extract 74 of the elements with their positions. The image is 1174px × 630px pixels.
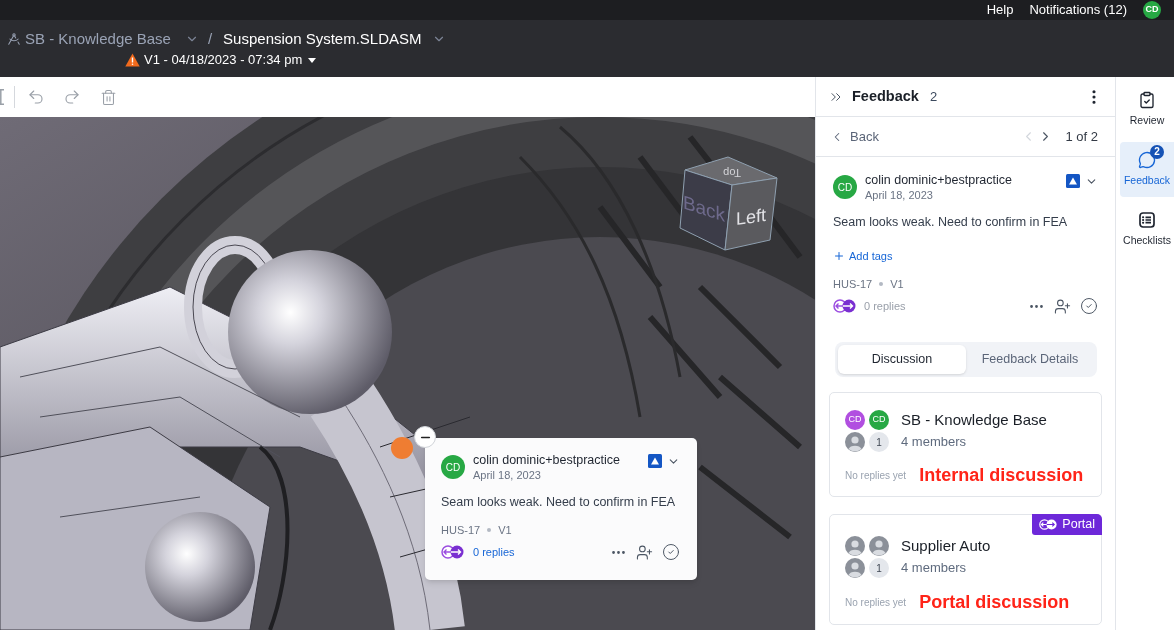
notification-badge: 2 xyxy=(1150,144,1164,159)
tab[interactable]: Feedback Details xyxy=(966,345,1094,374)
view-cube[interactable]: Top Back Left xyxy=(675,152,783,254)
feedback-id: HUS-17 xyxy=(833,276,873,292)
user-avatar: CD xyxy=(869,410,889,430)
user-silhouette-icon xyxy=(845,432,865,452)
feedback-id: HUS-17 xyxy=(441,522,481,538)
add-person-icon[interactable] xyxy=(1054,297,1071,315)
dot-separator-icon xyxy=(879,282,884,286)
author-name: colin dominic+bestpractice xyxy=(473,452,621,468)
version-label: V1 xyxy=(498,522,512,538)
file-name[interactable]: Suspension System.SLDASM xyxy=(223,29,422,49)
rail-tab[interactable]: 2 Feedback xyxy=(1120,142,1174,197)
portal-badge: Portal xyxy=(1032,514,1102,535)
pager-text: 1 of 2 xyxy=(1065,127,1098,146)
panel-title: Feedback xyxy=(852,86,919,106)
member-count-text: 4 members xyxy=(901,433,968,451)
top-bar-link[interactable]: Notifications (12) xyxy=(1029,2,1127,18)
checklist-icon xyxy=(1138,210,1156,229)
annotation-text: Portal discussion xyxy=(919,592,1070,612)
warning-icon xyxy=(125,53,140,67)
comment-date: April 18, 2023 xyxy=(865,188,934,202)
delete-icon[interactable] xyxy=(100,88,117,106)
discussion-card[interactable]: Portal 1 Supplier Auto 4 members No replies yet Portal discussion xyxy=(829,514,1102,625)
user-avatar: CD xyxy=(441,455,465,479)
member-count-text: 4 members xyxy=(901,559,968,577)
discussion-name: Supplier Auto xyxy=(901,536,991,556)
comment-text: Seam looks weak. Need to confirm in FEA xyxy=(833,214,1069,231)
plus-icon xyxy=(833,250,845,262)
top-bar-link[interactable]: Help xyxy=(986,2,1014,18)
member-count: 1 xyxy=(869,558,889,578)
status-text: No replies yet xyxy=(845,595,907,610)
chat-bubble-icon xyxy=(1138,150,1156,169)
portal-link-icon xyxy=(441,545,464,559)
rail-tab[interactable]: Checklists xyxy=(1120,202,1174,257)
back-button[interactable]: Back xyxy=(830,126,879,147)
cube-face-label: Left xyxy=(736,204,766,230)
member-count: 1 xyxy=(869,432,889,452)
comment-date: April 18, 2023 xyxy=(473,468,542,482)
discussion-name: SB - Knowledge Base xyxy=(901,410,1047,430)
user-silhouette-icon xyxy=(845,536,865,556)
portal-link-icon xyxy=(833,299,856,313)
project-name[interactable]: SB - Knowledge Base xyxy=(25,29,171,49)
resolve-check-icon[interactable] xyxy=(662,543,680,561)
priority-triangle-icon[interactable] xyxy=(1066,174,1080,188)
status-text: No replies yet xyxy=(845,468,907,483)
discussion-card[interactable]: CD CD 1 SB - Knowledge Base 4 members No replies yet Internal discussion xyxy=(829,392,1102,497)
version-dropdown[interactable]: V1 - 04/18/2023 - 07:34 pm xyxy=(144,52,317,68)
comment-text: Seam looks weak. Need to confirm in FEA xyxy=(441,494,677,511)
cube-face-label: Top xyxy=(723,167,741,179)
user-avatar: CD xyxy=(833,175,857,199)
user-silhouette-icon xyxy=(869,536,889,556)
user-silhouette-icon xyxy=(845,558,865,578)
author-name: colin dominic+bestpractice xyxy=(865,172,1013,188)
replies-link[interactable]: 0 replies xyxy=(473,543,515,561)
user-avatar: CD xyxy=(845,410,865,430)
dot-separator-icon xyxy=(487,528,492,532)
cube-face-label: Back xyxy=(682,190,726,226)
portal-link-icon xyxy=(1039,519,1058,530)
add-person-icon[interactable] xyxy=(636,543,653,561)
replies-count: 0 replies xyxy=(864,298,906,314)
priority-triangle-icon[interactable] xyxy=(648,454,662,468)
resolve-check-icon[interactable] xyxy=(1080,297,1098,315)
caret-down-icon xyxy=(308,57,317,63)
feedback-count: 2 xyxy=(929,87,938,106)
breadcrumb-separator: / xyxy=(207,29,213,49)
rail-tab[interactable]: Review xyxy=(1120,82,1174,137)
version-label: V1 xyxy=(890,276,904,292)
tab[interactable]: Discussion xyxy=(838,345,966,374)
box-select-icon[interactable] xyxy=(0,89,4,105)
clipboard-check-icon xyxy=(1138,90,1156,109)
compass-icon xyxy=(7,32,21,46)
annotation-text: Internal discussion xyxy=(919,465,1084,485)
add-tags-button[interactable]: Add tags xyxy=(833,248,893,264)
